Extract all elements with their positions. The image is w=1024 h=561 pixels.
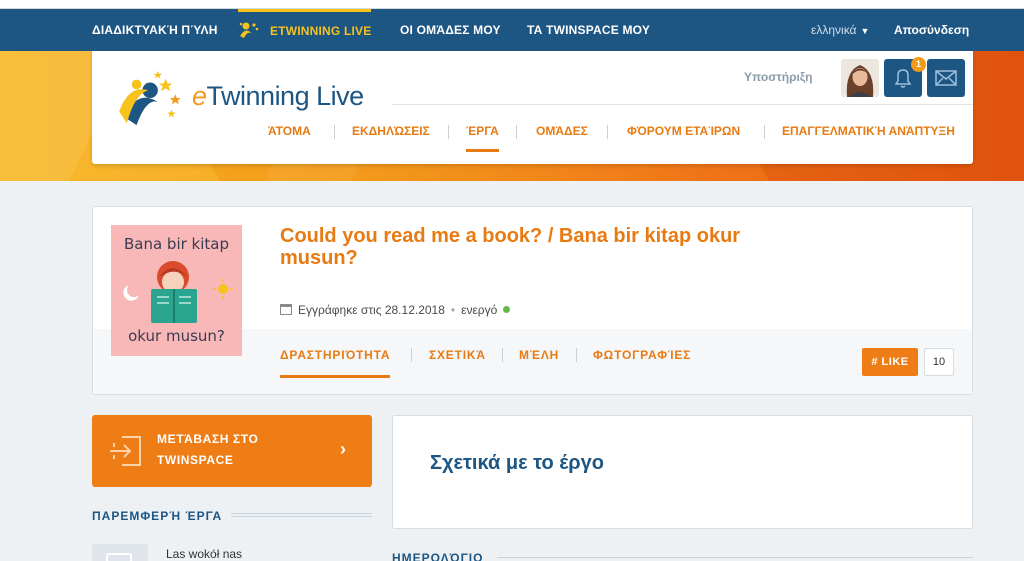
diary-heading: ΗΜΕΡΟΛΌΓΙΟ <box>392 551 484 561</box>
about-project-card: Σχετικά με το έργο <box>392 415 973 529</box>
nav-etwinning-live-label: ETWINNING LIVE <box>270 24 372 38</box>
tab-activity[interactable]: ΔΡΑΣΤΗΡΙΌΤΗΤΑ <box>280 348 391 378</box>
mail-icon <box>935 70 957 86</box>
brand-rest: Twinning Live <box>206 81 365 111</box>
heading-rule <box>231 513 372 517</box>
document-icon <box>106 553 132 561</box>
messages-button[interactable] <box>927 59 965 97</box>
chevron-right-icon: › <box>340 439 346 459</box>
notification-count-badge: 1 <box>911 57 926 72</box>
top-navigation: ΔΙΑΔΙΚΤΥΑΚΉ ΠΎΛΗ ETWINNING LIVE ΟΙ ΟΜΆΔΕ… <box>0 9 1024 51</box>
go-to-twinspace-button[interactable]: ΜΕΤΆΒΑΣΗ ΣΤΟ TWINSPACE › <box>92 415 372 487</box>
avatar[interactable] <box>841 59 879 97</box>
nav-etwinning-live[interactable]: ETWINNING LIVE <box>238 9 372 51</box>
subnav-people[interactable]: ΆΤΟΜΑ <box>268 124 311 152</box>
reading-girl-illustration <box>123 261 233 323</box>
related-project-thumbnail[interactable] <box>92 544 148 561</box>
nav-my-groups[interactable]: ΟΙ ΟΜΆΔΕΣ ΜΟΥ <box>400 9 501 51</box>
like-button[interactable]: # LIKE <box>862 348 918 376</box>
status-dot-icon <box>503 306 511 313</box>
header-divider <box>392 104 973 105</box>
subnav-events[interactable]: ΕΚΔΗΛΏΣΕΙΣ <box>352 124 430 152</box>
subnav-projects[interactable]: ΈΡΓΑ <box>466 124 499 152</box>
like-count: 10 <box>924 348 954 376</box>
tab-members[interactable]: ΜΈΛΗ <box>519 348 559 378</box>
etwinning-live-icon <box>239 22 259 39</box>
language-selector[interactable]: ελληνικά ▼ <box>811 9 869 52</box>
project-card: Bana bir kitap okur musun? Could you rea… <box>92 206 973 395</box>
calendar-icon <box>280 304 292 315</box>
logout-link[interactable]: Αποσύνδεση <box>894 9 969 51</box>
subnav-partner-forum[interactable]: ΦΌΡΟΥΜ ΕΤΑΊΡΩΝ <box>627 124 740 152</box>
subnav-separator <box>448 125 449 139</box>
language-label: ελληνικά <box>811 23 857 37</box>
notifications-button[interactable]: 1 <box>884 57 926 97</box>
brand-name[interactable]: eTwinning Live <box>192 81 364 112</box>
etwinning-logo-icon[interactable] <box>114 69 194 129</box>
registered-date: Εγγράφηκε στις 28.12.2018 <box>298 303 445 317</box>
tab-about[interactable]: ΣΧΕΤΙΚΆ <box>429 348 486 378</box>
project-thumbnail: Bana bir kitap okur musun? <box>111 225 242 356</box>
browser-top-strip <box>0 0 1024 9</box>
caret-down-icon: ▼ <box>860 26 870 36</box>
subnav-separator <box>607 125 608 139</box>
related-projects-heading: ΠΑΡΕΜΦΕΡΉ ΈΡΓΑ <box>92 509 223 523</box>
heading-rule <box>497 557 973 561</box>
subnav-professional-development[interactable]: ΕΠΑΓΓΕΛΜΑΤΙΚΉ ΑΝΆΠΤΥΞΗ <box>782 124 955 152</box>
nav-my-twinspaces[interactable]: ΤΑ TWINSPACE ΜΟΥ <box>527 9 650 51</box>
nav-portal[interactable]: ΔΙΑΔΙΚΤΥΑΚΉ ΠΎΛΗ <box>92 9 218 51</box>
tab-photos[interactable]: ΦΩΤΟΓΡΑΦΊΕΣ <box>593 348 691 378</box>
thumb-text-bottom: okur musun? <box>128 327 225 345</box>
twinspace-label-line1: ΜΕΤΆΒΑΣΗ ΣΤΟ <box>157 432 259 446</box>
project-meta: Εγγράφηκε στις 28.12.2018 • ενεργό <box>280 303 511 317</box>
about-project-title: Σχετικά με το έργο <box>430 452 604 474</box>
tab-separator <box>502 348 503 362</box>
project-status: ενεργό <box>461 303 498 317</box>
subnav-separator <box>516 125 517 139</box>
support-link[interactable]: Υποστήριξη <box>744 70 813 84</box>
related-project-link[interactable]: Las wokół nas <box>166 547 242 561</box>
tab-separator <box>576 348 577 362</box>
avatar-photo <box>841 59 879 97</box>
subnav-separator <box>334 125 335 139</box>
brand-e: e <box>192 81 207 111</box>
subnav-groups[interactable]: ΟΜΆΔΕΣ <box>536 124 588 152</box>
thumb-text-top: Bana bir kitap <box>123 235 230 253</box>
header-card: eTwinning Live Υποστήριξη 1 ΆΤΟΜΑ ΕΚΔΗΛΏ… <box>92 51 973 164</box>
project-title: Could you read me a book? / Bana bir kit… <box>280 225 741 269</box>
twinspace-enter-icon <box>110 436 141 466</box>
subnav-separator <box>764 125 765 139</box>
meta-separator: • <box>450 303 456 317</box>
tab-separator <box>411 348 412 362</box>
twinspace-label-line2: TWINSPACE <box>157 453 234 467</box>
